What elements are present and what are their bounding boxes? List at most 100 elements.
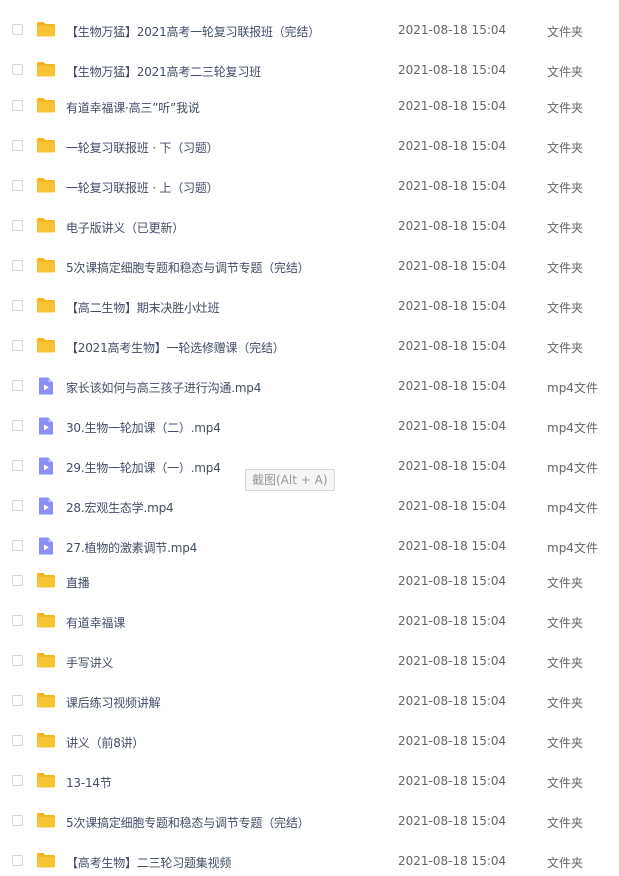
file-row[interactable]: 30.生物一轮加课（二）.mp4 2021-08-18 15:04 mp4文件 bbox=[0, 411, 619, 441]
row-checkbox[interactable] bbox=[12, 140, 23, 151]
row-checkbox[interactable] bbox=[12, 300, 23, 311]
video-file-icon bbox=[36, 536, 56, 556]
file-type: mp4文件 bbox=[547, 541, 598, 555]
file-row[interactable]: 一轮复习联报班 · 下（习题） 2021-08-18 15:04 文件夹 bbox=[0, 131, 619, 161]
row-checkbox[interactable] bbox=[12, 64, 23, 75]
file-name[interactable]: 直播 bbox=[66, 574, 90, 591]
file-type: 文件夹 bbox=[547, 181, 584, 195]
file-row[interactable]: 5次课搞定细胞专题和稳态与调节专题（完结） 2021-08-18 15:04 文件夹 bbox=[0, 251, 619, 281]
file-row[interactable]: 【生物万猛】2021高考二三轮复习班 2021-08-18 15:04 文件夹 bbox=[0, 55, 619, 85]
file-type: 文件夹 bbox=[547, 301, 584, 315]
row-checkbox[interactable] bbox=[12, 220, 23, 231]
file-name[interactable]: 【生物万猛】2021高考二三轮复习班 bbox=[66, 63, 261, 80]
modified-date: 2021-08-18 15:04 bbox=[398, 339, 507, 353]
row-checkbox[interactable] bbox=[12, 460, 23, 471]
file-row[interactable]: 一轮复习联报班 · 上（习题） 2021-08-18 15:04 文件夹 bbox=[0, 171, 619, 201]
file-type: 文件夹 bbox=[547, 25, 584, 39]
file-name[interactable]: 5次课搞定细胞专题和稳态与调节专题（完结） bbox=[66, 259, 310, 276]
modified-date: 2021-08-18 15:04 bbox=[398, 299, 507, 313]
row-checkbox[interactable] bbox=[12, 575, 23, 586]
row-checkbox[interactable] bbox=[12, 260, 23, 271]
file-row[interactable]: 手写讲义 2021-08-18 15:04 文件夹 bbox=[0, 646, 619, 676]
file-name[interactable]: 讲义（前8讲） bbox=[66, 734, 144, 751]
modified-date: 2021-08-18 15:04 bbox=[398, 854, 507, 868]
file-name[interactable]: 28.宏观生态学.mp4 bbox=[66, 499, 174, 516]
row-checkbox[interactable] bbox=[12, 100, 23, 111]
modified-date: 2021-08-18 15:04 bbox=[398, 694, 507, 708]
row-checkbox[interactable] bbox=[12, 735, 23, 746]
file-row[interactable]: 【生物万猛】2021高考一轮复习联报班（完结） 2021-08-18 15:04 文… bbox=[0, 15, 619, 45]
row-checkbox[interactable] bbox=[12, 340, 23, 351]
row-checkbox[interactable] bbox=[12, 24, 23, 35]
file-type: 文件夹 bbox=[547, 65, 584, 79]
row-checkbox[interactable] bbox=[12, 695, 23, 706]
file-name[interactable]: 13-14节 bbox=[66, 774, 112, 791]
video-file-icon bbox=[36, 456, 56, 476]
file-name[interactable]: 【2021高考生物】一轮选修赠课（完结） bbox=[66, 339, 285, 356]
file-name[interactable]: 一轮复习联报班 · 下（习题） bbox=[66, 139, 219, 156]
folder-icon bbox=[36, 255, 56, 275]
row-checkbox[interactable] bbox=[12, 500, 23, 511]
file-type: 文件夹 bbox=[547, 261, 584, 275]
modified-date: 2021-08-18 15:04 bbox=[398, 734, 507, 748]
row-checkbox[interactable] bbox=[12, 420, 23, 431]
row-checkbox[interactable] bbox=[12, 380, 23, 391]
row-checkbox[interactable] bbox=[12, 540, 23, 551]
video-file-icon bbox=[36, 496, 56, 516]
folder-icon bbox=[36, 690, 56, 710]
folder-icon bbox=[36, 650, 56, 670]
file-row[interactable]: 13-14节 2021-08-18 15:04 文件夹 bbox=[0, 766, 619, 796]
file-name[interactable]: 有道幸福课·高三”听”我说 bbox=[66, 99, 200, 116]
row-checkbox[interactable] bbox=[12, 615, 23, 626]
file-name[interactable]: 有道幸福课 bbox=[66, 614, 125, 631]
file-type: 文件夹 bbox=[547, 101, 584, 115]
file-type: 文件夹 bbox=[547, 341, 584, 355]
file-row[interactable]: 5次课搞定细胞专题和稳态与调节专题（完结） 2021-08-18 15:04 文件夹 bbox=[0, 806, 619, 836]
folder-icon bbox=[36, 19, 56, 39]
modified-date: 2021-08-18 15:04 bbox=[398, 99, 507, 113]
file-name[interactable]: 电子版讲义（已更新） bbox=[66, 219, 184, 236]
file-type: 文件夹 bbox=[547, 141, 584, 155]
modified-date: 2021-08-18 15:04 bbox=[398, 654, 507, 668]
modified-date: 2021-08-18 15:04 bbox=[398, 814, 507, 828]
folder-icon bbox=[36, 810, 56, 830]
file-row[interactable]: 讲义（前8讲） 2021-08-18 15:04 文件夹 bbox=[0, 726, 619, 756]
row-checkbox[interactable] bbox=[12, 815, 23, 826]
modified-date: 2021-08-18 15:04 bbox=[398, 419, 507, 433]
file-row[interactable]: 电子版讲义（已更新） 2021-08-18 15:04 文件夹 bbox=[0, 211, 619, 241]
row-checkbox[interactable] bbox=[12, 655, 23, 666]
file-row[interactable]: 【高二生物】期末决胜小灶班 2021-08-18 15:04 文件夹 bbox=[0, 291, 619, 321]
file-type: 文件夹 bbox=[547, 576, 584, 590]
file-row[interactable]: 家长该如何与高三孩子进行沟通.mp4 2021-08-18 15:04 mp4文件 bbox=[0, 371, 619, 401]
folder-icon bbox=[36, 135, 56, 155]
file-row[interactable]: 有道幸福课 2021-08-18 15:04 文件夹 bbox=[0, 606, 619, 636]
file-name[interactable]: 【高考生物】二三轮习题集视频 bbox=[66, 854, 231, 871]
file-name[interactable]: 【高二生物】期末决胜小灶班 bbox=[66, 299, 220, 316]
file-row[interactable]: 28.宏观生态学.mp4 2021-08-18 15:04 mp4文件 bbox=[0, 491, 619, 521]
file-type: 文件夹 bbox=[547, 696, 584, 710]
file-type: 文件夹 bbox=[547, 221, 584, 235]
modified-date: 2021-08-18 15:04 bbox=[398, 379, 507, 393]
file-type: mp4文件 bbox=[547, 461, 598, 475]
file-row[interactable]: 课后练习视频讲解 2021-08-18 15:04 文件夹 bbox=[0, 686, 619, 716]
file-row[interactable]: 27.植物的激素调节.mp4 2021-08-18 15:04 mp4文件 bbox=[0, 531, 619, 561]
modified-date: 2021-08-18 15:04 bbox=[398, 774, 507, 788]
file-name[interactable]: 【生物万猛】2021高考一轮复习联报班（完结） bbox=[66, 23, 320, 40]
file-row[interactable]: 有道幸福课·高三”听”我说 2021-08-18 15:04 文件夹 bbox=[0, 91, 619, 121]
file-row[interactable]: 直播 2021-08-18 15:04 文件夹 bbox=[0, 566, 619, 596]
file-name[interactable]: 课后练习视频讲解 bbox=[66, 694, 161, 711]
file-row[interactable]: 【2021高考生物】一轮选修赠课（完结） 2021-08-18 15:04 文件夹 bbox=[0, 331, 619, 361]
file-name[interactable]: 30.生物一轮加课（二）.mp4 bbox=[66, 419, 221, 436]
file-name[interactable]: 家长该如何与高三孩子进行沟通.mp4 bbox=[66, 379, 261, 396]
file-name[interactable]: 手写讲义 bbox=[66, 654, 113, 671]
row-checkbox[interactable] bbox=[12, 775, 23, 786]
file-name[interactable]: 5次课搞定细胞专题和稳态与调节专题（完结） bbox=[66, 814, 310, 831]
file-name[interactable]: 27.植物的激素调节.mp4 bbox=[66, 539, 197, 556]
modified-date: 2021-08-18 15:04 bbox=[398, 219, 507, 233]
modified-date: 2021-08-18 15:04 bbox=[398, 499, 507, 513]
modified-date: 2021-08-18 15:04 bbox=[398, 63, 507, 77]
file-name[interactable]: 29.生物一轮加课（一）.mp4 bbox=[66, 459, 221, 476]
row-checkbox[interactable] bbox=[12, 855, 23, 866]
file-name[interactable]: 一轮复习联报班 · 上（习题） bbox=[66, 179, 219, 196]
row-checkbox[interactable] bbox=[12, 180, 23, 191]
